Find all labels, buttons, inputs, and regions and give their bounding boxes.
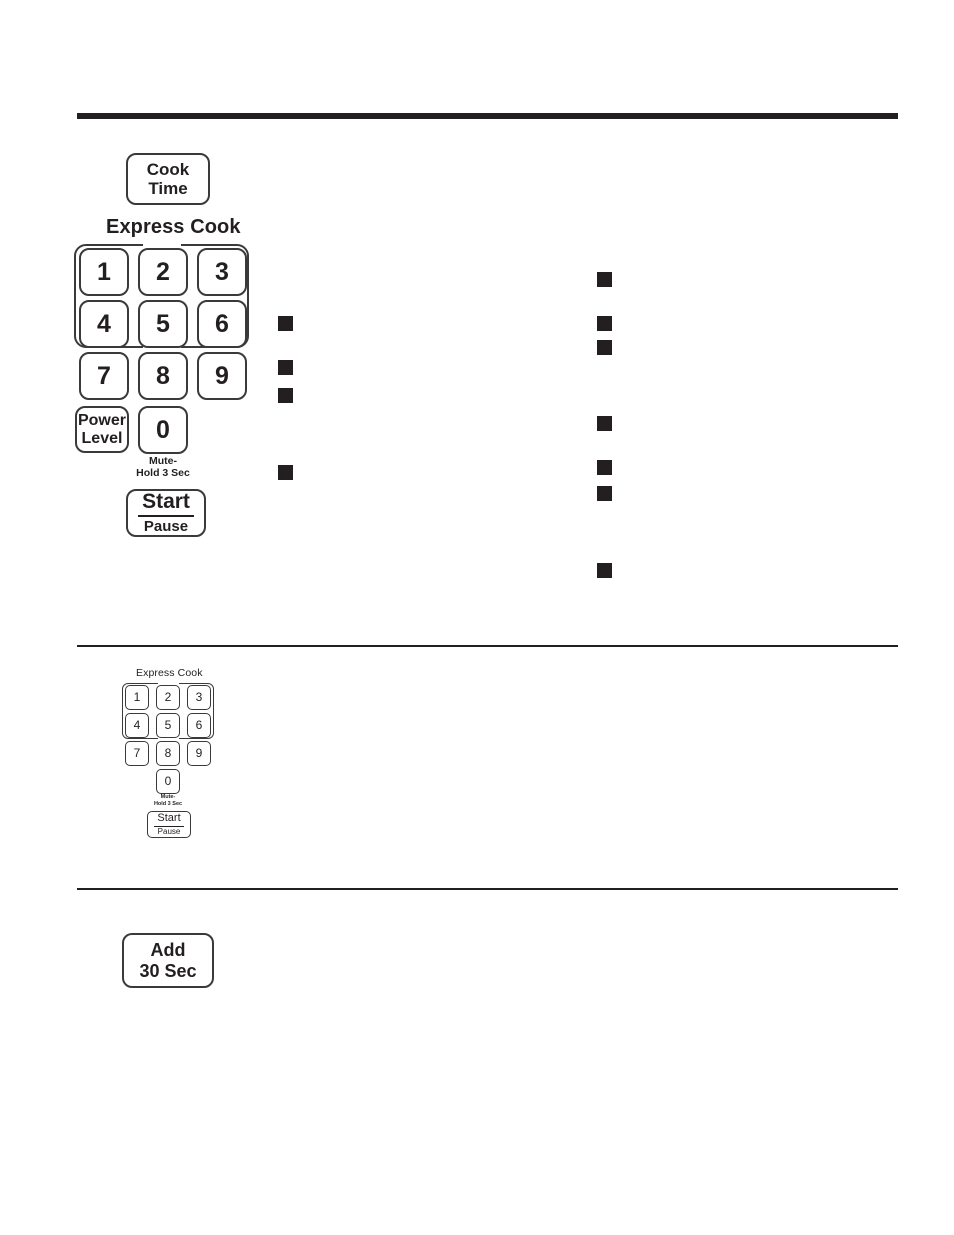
mute-note-line1: Mute- [149,455,177,467]
start-label: Start [138,491,194,518]
key-2[interactable]: 2 [138,248,188,296]
key-5[interactable]: 5 [138,300,188,348]
bullet-marker [278,316,293,331]
cook-time-line1: Cook [146,159,190,179]
key-4[interactable]: 4 [79,300,129,348]
key-7[interactable]: 7 [79,352,129,400]
bullet-marker [597,486,612,501]
cook-time-line2: Time [148,179,188,198]
mini-mute-note-line1: Mute- [160,794,176,800]
add-30-sec-line1: Add [150,940,186,961]
key-3[interactable]: 3 [197,248,247,296]
middle-rule [77,645,898,647]
mini-key-6[interactable]: 6 [187,713,211,738]
power-level-line2: Level [81,429,123,447]
bullet-marker [597,563,612,578]
bottom-rule [77,888,898,890]
power-level-line1: Power [77,411,126,429]
mute-hold-note: Mute- Hold 3 Sec [124,455,202,480]
key-0[interactable]: 0 [138,406,188,454]
express-cook-label: Express Cook [106,216,241,238]
mini-express-cook-label: Express Cook [136,667,203,679]
bullet-marker [597,460,612,475]
mini-key-5[interactable]: 5 [156,713,180,738]
power-level-button[interactable]: Power Level [75,406,129,453]
start-pause-button[interactable]: Start Pause [126,489,206,537]
mini-key-8[interactable]: 8 [156,741,180,766]
cook-time-button[interactable]: Cook Time [126,153,210,205]
express-cook-bracket-notch-top [143,240,181,248]
mini-start-pause-button[interactable]: Start Pause [147,811,191,838]
key-6[interactable]: 6 [197,300,247,348]
pause-label: Pause [143,518,189,536]
key-9[interactable]: 9 [197,352,247,400]
bullet-marker [278,388,293,403]
mini-key-3[interactable]: 3 [187,685,211,710]
key-8[interactable]: 8 [138,352,188,400]
mini-key-1[interactable]: 1 [125,685,149,710]
mini-key-4[interactable]: 4 [125,713,149,738]
mini-pause-label: Pause [157,826,181,836]
key-1[interactable]: 1 [79,248,129,296]
top-rule [77,113,898,119]
bullet-marker [597,340,612,355]
mini-mute-note-line2: Hold 3 Sec [153,800,183,807]
mini-key-7[interactable]: 7 [125,741,149,766]
add-30-sec-button[interactable]: Add 30 Sec [122,933,214,988]
mute-note-line2: Hold 3 Sec [136,467,190,480]
mini-key-2[interactable]: 2 [156,685,180,710]
bullet-marker [597,316,612,331]
mini-mute-hold-note: Mute- Hold 3 Sec [143,794,193,807]
bullet-marker [597,272,612,287]
bullet-marker [278,465,293,480]
bullet-marker [278,360,293,375]
add-30-sec-line2: 30 Sec [139,960,197,981]
mini-start-label: Start [154,812,184,827]
mini-key-0[interactable]: 0 [156,769,180,794]
mini-key-9[interactable]: 9 [187,741,211,766]
document-page: Cook Time Express Cook 1 2 3 4 5 6 7 8 9… [0,0,954,1235]
bullet-marker [597,416,612,431]
